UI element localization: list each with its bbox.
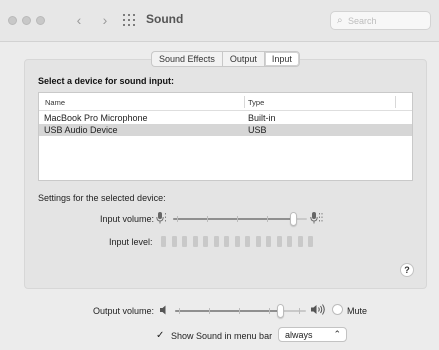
level-segment (266, 236, 271, 247)
input-level-meter (161, 236, 321, 248)
level-segment (171, 236, 177, 247)
titlebar: ‹ › Sound ⌕ Search (0, 0, 439, 42)
level-segment (192, 236, 198, 247)
show-in-menu-bar-label: Show Sound in menu bar (171, 331, 273, 341)
menu-bar-visibility-popup[interactable]: always ⌃ (278, 327, 347, 342)
level-segment (182, 236, 187, 247)
input-device-table: Name Type MacBook Pro Microphone Built-i… (38, 92, 413, 181)
table-row-selected[interactable]: USB Audio Device USB (39, 124, 412, 136)
mute-checkbox[interactable] (332, 304, 343, 315)
level-segment (287, 236, 292, 247)
search-icon: ⌕ (337, 15, 343, 26)
output-volume-slider-thumb[interactable] (277, 304, 284, 318)
microphone-low-icon (156, 211, 166, 225)
table-row[interactable]: MacBook Pro Microphone Built-in (39, 112, 412, 124)
microphone-high-icon (310, 211, 323, 225)
window-title: Sound (146, 12, 184, 26)
level-segment (245, 236, 250, 247)
level-segment (161, 236, 166, 247)
back-icon[interactable]: ‹ (71, 11, 87, 29)
column-divider (244, 96, 245, 108)
input-volume-slider[interactable] (173, 211, 307, 227)
device-name: MacBook Pro Microphone (44, 113, 148, 123)
output-volume-label: Output volume: (93, 306, 155, 316)
column-header-type[interactable]: Type (248, 98, 264, 107)
input-level-label: Input level: (109, 237, 153, 247)
device-type: Built-in (248, 113, 276, 123)
show-all-grid-icon[interactable] (123, 14, 135, 26)
input-volume-slider-thumb[interactable] (290, 212, 297, 226)
device-section-label: Select a device for sound input: (38, 76, 175, 86)
level-segment (308, 236, 313, 247)
close-window-button[interactable] (8, 16, 17, 25)
table-header: Name Type (39, 93, 412, 111)
device-type: USB (248, 125, 267, 135)
level-segment (255, 236, 261, 247)
minimize-window-button[interactable] (22, 16, 31, 25)
device-name: USB Audio Device (44, 125, 118, 135)
level-segment (297, 236, 303, 247)
mute-label: Mute (347, 306, 368, 316)
level-segment (224, 236, 229, 247)
chevron-updown-icon: ⌃ (333, 329, 341, 339)
column-divider (395, 96, 396, 108)
column-header-name[interactable]: Name (45, 98, 65, 107)
popup-selected-value: always (285, 330, 313, 340)
tab-input[interactable]: Input (263, 51, 300, 67)
level-segment (234, 236, 240, 247)
search-placeholder: Search (348, 16, 377, 26)
forward-icon[interactable]: › (97, 11, 113, 29)
level-segment (213, 236, 219, 247)
level-segment (203, 236, 208, 247)
zoom-window-button[interactable] (36, 16, 45, 25)
level-segment (276, 236, 282, 247)
tab-bar: Sound Effects Output Input (151, 51, 300, 67)
settings-label: Settings for the selected device: (38, 193, 166, 203)
speaker-high-icon (310, 303, 326, 318)
tab-output[interactable]: Output (221, 51, 264, 67)
tab-sound-effects[interactable]: Sound Effects (151, 51, 222, 67)
speaker-low-icon (159, 304, 169, 318)
checkmark-icon[interactable]: ✓ (156, 330, 164, 341)
help-button[interactable]: ? (400, 263, 414, 277)
sound-preferences-window: ‹ › Sound ⌕ Search Sound Effects Output … (0, 0, 439, 350)
search-field[interactable]: ⌕ Search (330, 11, 431, 30)
output-volume-slider[interactable] (175, 303, 306, 319)
input-volume-label: Input volume: (100, 214, 155, 224)
